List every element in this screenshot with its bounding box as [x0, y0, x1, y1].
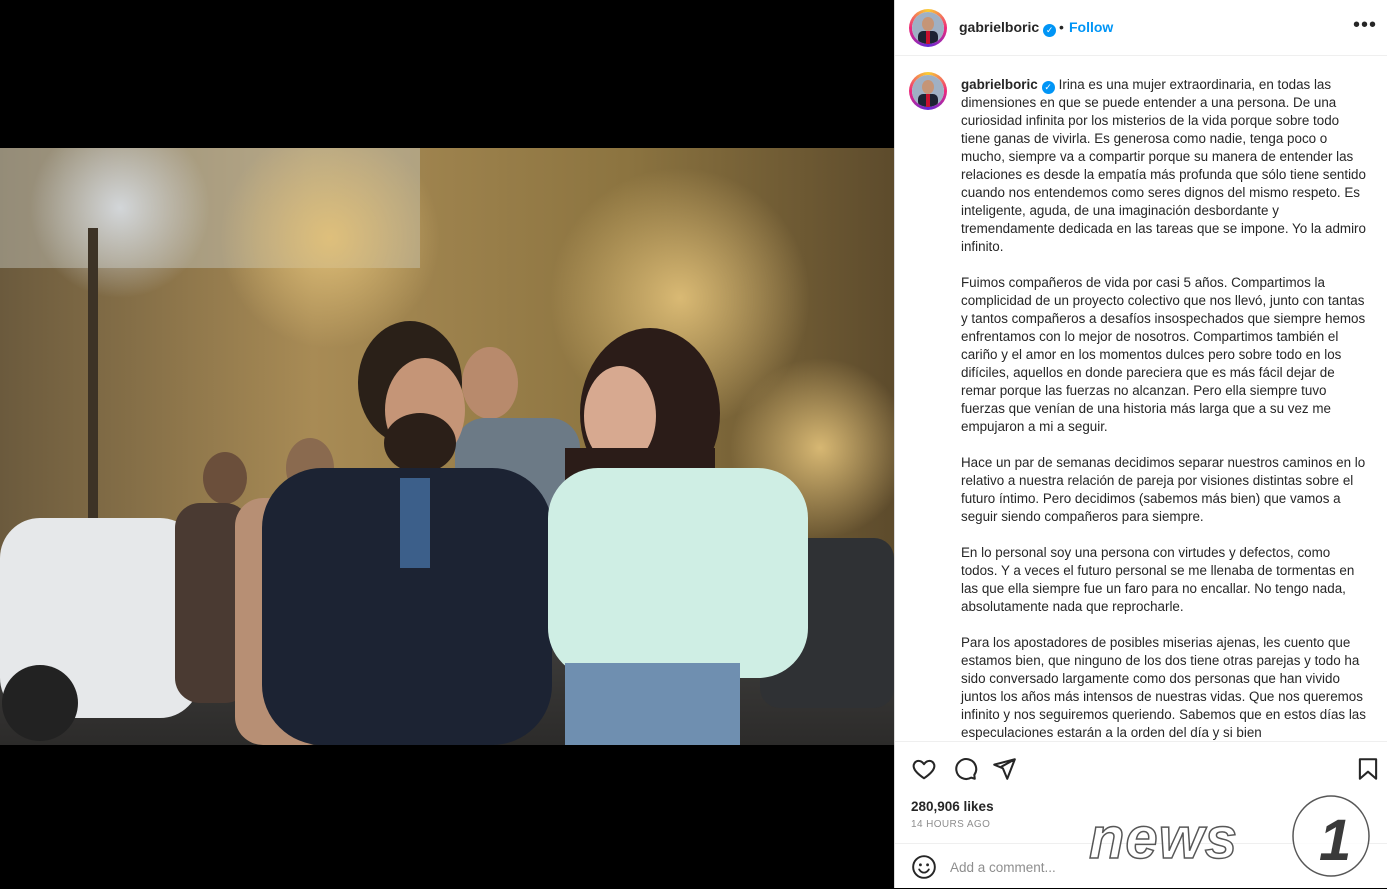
post-actions: 280,906 likes 14 HOURS AGO [895, 741, 1387, 888]
post-side-panel: gabrielboric ✓ • Follow ••• gabrielboric ✓… [894, 0, 1387, 888]
caption-username-text[interactable]: gabrielboric [961, 77, 1038, 92]
bookmark-icon[interactable] [1355, 756, 1381, 782]
follow-button[interactable]: Follow [1069, 19, 1113, 35]
likes-count[interactable]: 280,906 likes [911, 799, 994, 814]
heart-icon[interactable] [911, 756, 937, 782]
caption-paragraph: Para los apostadores de posibles miseria… [961, 635, 1366, 740]
caption-paragraph: En lo personal soy una persona con virtu… [961, 545, 1355, 614]
verified-badge-icon: ✓ [1043, 24, 1057, 37]
comment-bar [895, 843, 1387, 889]
verified-badge-icon: ✓ [1041, 81, 1055, 94]
post-header: gabrielboric ✓ • Follow ••• [895, 0, 1387, 56]
emoji-icon[interactable] [911, 854, 937, 880]
caption-text-1: Irina es una mujer extraordinaria, en to… [961, 77, 1366, 254]
post-media-pane [0, 0, 894, 888]
caption-paragraph: Hace un par de semanas decidimos separar… [961, 455, 1366, 524]
post-caption: gabrielboric ✓ Irina es una mujer extraord… [961, 76, 1369, 741]
header-username-text[interactable]: gabrielboric [959, 19, 1039, 35]
post-photo[interactable] [0, 148, 894, 745]
caption-paragraph: Fuimos compañeros de vida por casi 5 año… [961, 275, 1366, 434]
avatar-image [912, 12, 944, 44]
more-options-icon[interactable]: ••• [1353, 14, 1377, 37]
caption-paragraph: gabrielboric ✓ Irina es una mujer extraord… [961, 76, 1369, 256]
post-photo-image [0, 148, 894, 745]
comment-icon[interactable] [952, 756, 978, 782]
caption-avatar[interactable] [909, 72, 947, 110]
caption-scroll-area[interactable]: gabrielboric ✓ Irina es una mujer extraord… [895, 56, 1387, 741]
comment-input[interactable] [950, 860, 1250, 875]
caption-username[interactable]: gabrielboric ✓ [961, 77, 1055, 94]
separator-dot: • [1059, 19, 1064, 35]
share-icon[interactable] [991, 756, 1017, 782]
caption-avatar-image [912, 75, 944, 107]
header-username[interactable]: gabrielboric ✓ [959, 19, 1057, 37]
avatar[interactable] [909, 9, 947, 47]
post-timestamp[interactable]: 14 HOURS AGO [911, 819, 990, 830]
